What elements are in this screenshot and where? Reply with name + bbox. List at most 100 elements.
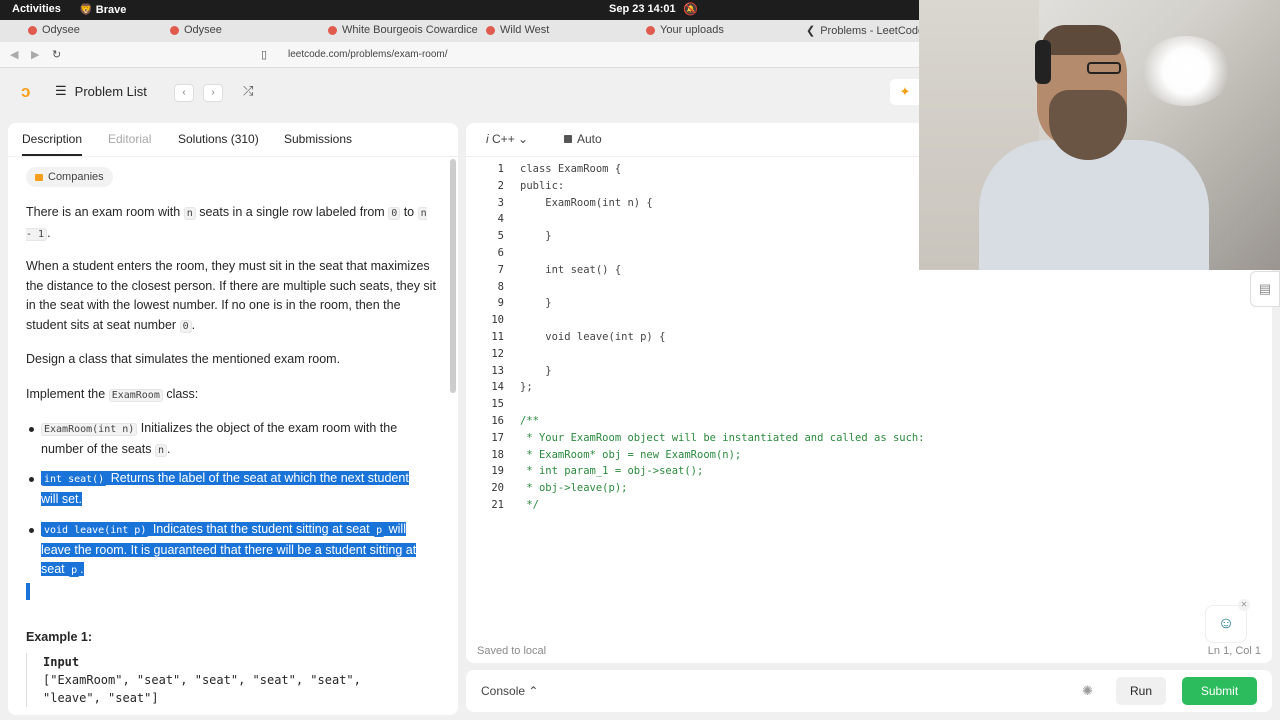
line-number: 11 bbox=[491, 331, 504, 343]
leetcode-favicon-icon: ❮ bbox=[806, 25, 816, 37]
paragraph: When a student enters the room, they mus… bbox=[26, 259, 436, 333]
bookmark-icon[interactable]: ▯ bbox=[261, 48, 267, 61]
lock-icon bbox=[35, 173, 43, 181]
tab-title: Your uploads bbox=[660, 24, 724, 36]
line-number: 7 bbox=[497, 263, 504, 276]
url-field[interactable]: leetcode.com/problems/exam-room/ bbox=[288, 49, 448, 60]
companies-tag[interactable]: Companies bbox=[26, 167, 113, 187]
run-button[interactable]: Run bbox=[1116, 677, 1166, 705]
line-number: 4 bbox=[497, 213, 504, 226]
webcam-person-glasses bbox=[1087, 62, 1121, 74]
address-bar: ◀ ▶ ↻ ▯ leetcode.com/problems/exam-room/ bbox=[0, 42, 920, 68]
language-label: C++ bbox=[492, 132, 515, 146]
code-line: void leave(int p) { bbox=[520, 331, 666, 343]
app-name: Brave bbox=[95, 4, 127, 16]
code-line: } bbox=[520, 230, 552, 243]
line-number: 10 bbox=[491, 314, 504, 327]
line-number: 15 bbox=[491, 398, 504, 411]
odysee-favicon-icon bbox=[170, 25, 179, 35]
browser-tab[interactable]: Your uploads bbox=[646, 24, 724, 36]
chat-icon: ☺ bbox=[1217, 615, 1235, 632]
browser-tab[interactable]: Wild West bbox=[486, 24, 549, 36]
line-number: 17 bbox=[491, 431, 504, 444]
code-line: class ExamRoom { bbox=[520, 163, 622, 175]
line-number: 5 bbox=[497, 230, 504, 243]
odysee-favicon-icon bbox=[28, 25, 37, 35]
code-line: int seat() { bbox=[520, 263, 622, 276]
submit-button[interactable]: Submit bbox=[1182, 677, 1257, 705]
browser-tab[interactable]: Odysee bbox=[28, 24, 80, 36]
debug-icon[interactable]: ✺ bbox=[1082, 683, 1093, 699]
list-item: ExamRoom(int n) Initializes the object o… bbox=[29, 419, 426, 460]
paragraph: Design a class that simulates the mentio… bbox=[26, 352, 341, 366]
chat-assistant-button[interactable]: ☺ bbox=[1205, 605, 1247, 643]
notifications-muted-icon: 🔕 bbox=[683, 2, 698, 16]
forward-icon[interactable]: ▶ bbox=[31, 48, 39, 61]
browser-tab[interactable]: White Bourgeois Cowardice bbox=[328, 24, 478, 36]
input-line: ["ExamRoom", "seat", "seat", "seat", "se… bbox=[43, 673, 361, 687]
mode-label: Auto bbox=[577, 132, 602, 146]
prev-problem-button[interactable]: ‹ bbox=[174, 84, 194, 102]
leetcode-logo-icon[interactable]: ↄ bbox=[21, 83, 39, 101]
cursor-position: Ln 1, Col 1 bbox=[1207, 645, 1261, 657]
console-label: Console bbox=[481, 684, 526, 698]
odysee-favicon-icon bbox=[486, 25, 495, 35]
example-title: Example 1: bbox=[26, 630, 93, 644]
line-number: 18 bbox=[491, 448, 504, 461]
tab-title: Wild West bbox=[500, 24, 550, 36]
line-number: 1 bbox=[497, 163, 504, 175]
code-line: * ExamRoom* obj = new ExamRoom(n); bbox=[520, 448, 742, 461]
next-problem-button[interactable]: › bbox=[203, 84, 223, 102]
notes-file-icon[interactable]: ▤ bbox=[1250, 271, 1280, 307]
tab-editorial[interactable]: Editorial bbox=[108, 132, 151, 146]
line-number: 3 bbox=[497, 196, 504, 209]
tab-solutions[interactable]: Solutions (310) bbox=[178, 132, 259, 146]
activities-button[interactable]: Activities bbox=[12, 3, 61, 15]
problem-list-button[interactable]: ☰ Problem List bbox=[55, 83, 147, 99]
webcam-overlay bbox=[919, 0, 1280, 270]
close-icon[interactable]: ✕ bbox=[1238, 599, 1250, 611]
lock-icon bbox=[564, 135, 572, 143]
action-bar: Console ⌃ ✺ Run Submit bbox=[466, 670, 1272, 712]
tab-submissions[interactable]: Submissions bbox=[284, 132, 352, 146]
paragraph: There is an exam room with n seats in a … bbox=[26, 205, 427, 241]
language-select[interactable]: i C++ ⌄ bbox=[486, 132, 528, 146]
auto-mode[interactable]: Auto bbox=[564, 132, 602, 146]
tab-title: Odysee bbox=[184, 24, 222, 36]
input-line: "leave", "seat"] bbox=[43, 691, 159, 705]
line-number: 9 bbox=[497, 297, 504, 310]
list-item-selected: void leave(int p) Indicates that the stu… bbox=[29, 520, 426, 581]
browser-tab[interactable]: Odysee bbox=[170, 24, 222, 36]
scrollbar[interactable] bbox=[450, 159, 456, 393]
back-icon[interactable]: ◀ bbox=[10, 48, 18, 61]
code-line: } bbox=[520, 297, 552, 310]
line-number: 21 bbox=[491, 499, 504, 511]
tab-description[interactable]: Description bbox=[22, 132, 83, 156]
line-number: 20 bbox=[491, 482, 504, 495]
console-toggle[interactable]: Console ⌃ bbox=[481, 684, 538, 698]
code-line: }; bbox=[520, 381, 533, 394]
premium-sparkle-icon[interactable]: ✦ bbox=[890, 79, 920, 105]
code-line: } bbox=[520, 364, 552, 377]
paragraph: Implement the ExamRoom class: bbox=[26, 387, 199, 402]
shuffle-icon[interactable]: ⤮ bbox=[243, 83, 253, 99]
clock[interactable]: Sep 23 14:01 bbox=[609, 3, 676, 15]
leetcode-header: ↄ ☰ Problem List ‹ › ⤮ ✦ bbox=[0, 69, 920, 115]
description-panel: Description Editorial Solutions (310) Su… bbox=[8, 123, 458, 715]
tab-title: Problems - LeetCode bbox=[820, 24, 925, 37]
browser-tab-active[interactable]: ❮ Problems - LeetCode bbox=[806, 24, 925, 38]
odysee-favicon-icon bbox=[328, 25, 337, 35]
app-menu-brave[interactable]: 🦁 Brave bbox=[79, 3, 126, 16]
code-line: * Your ExamRoom object will be instantia… bbox=[520, 431, 925, 444]
line-number: 8 bbox=[497, 280, 504, 293]
line-number: 14 bbox=[491, 381, 504, 394]
line-number: 16 bbox=[491, 415, 504, 427]
saved-status: Saved to local bbox=[477, 645, 547, 657]
reload-icon[interactable]: ↻ bbox=[52, 48, 61, 61]
example-block: Input ["ExamRoom", "seat", "seat", "seat… bbox=[26, 653, 446, 707]
line-number: 2 bbox=[497, 179, 504, 192]
chevron-up-icon: ⌃ bbox=[528, 684, 539, 698]
list-icon: ☰ bbox=[55, 83, 67, 98]
line-number: 6 bbox=[497, 247, 504, 259]
problem-list-label: Problem List bbox=[74, 83, 147, 99]
